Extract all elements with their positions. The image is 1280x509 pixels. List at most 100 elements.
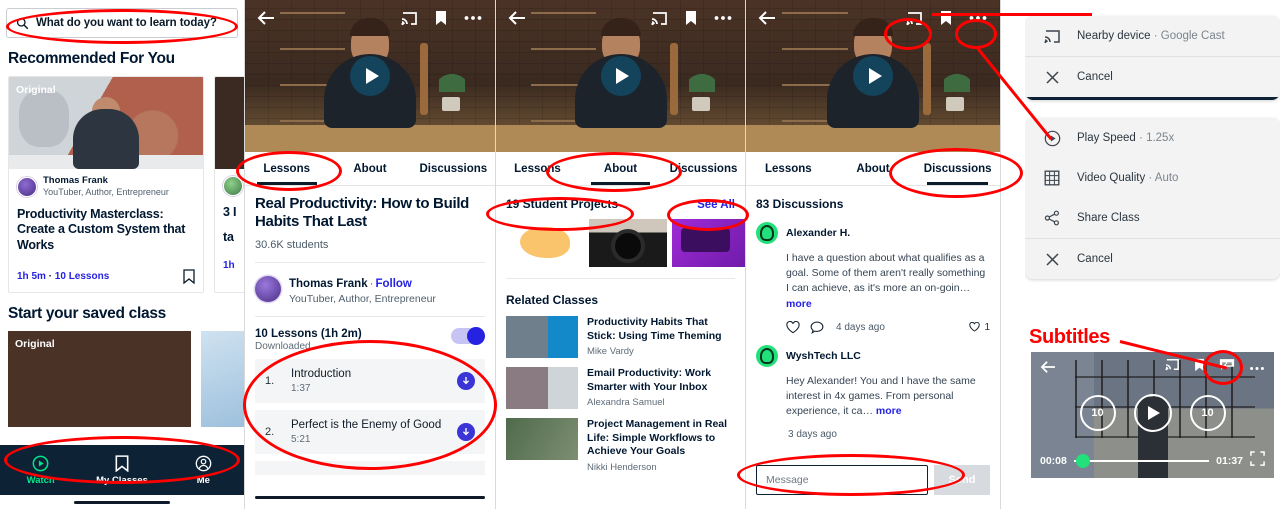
seek-slider[interactable] (1073, 454, 1210, 468)
nav-item-watch[interactable]: Watch (0, 455, 81, 486)
discussion-post[interactable]: Alexander H. I have a question about wha… (756, 222, 990, 334)
follow-button[interactable]: Follow (375, 278, 411, 290)
player-top-bar (245, 0, 495, 36)
message-input[interactable]: Message (756, 465, 928, 495)
more-options-icon[interactable] (713, 8, 733, 28)
lesson-number: 2. (265, 425, 275, 438)
related-class-row[interactable]: Productivity Habits That Stick: Using Ti… (506, 316, 735, 358)
mini-video-player[interactable]: 10 10 00:08 01:37 (1031, 352, 1274, 478)
tab-about[interactable]: About (579, 152, 662, 185)
back-arrow-icon[interactable] (758, 10, 776, 26)
fullscreen-icon[interactable] (1250, 451, 1265, 471)
cast-icon[interactable] (649, 8, 669, 28)
tab-discussions[interactable]: Discussions (412, 152, 495, 185)
play-button[interactable] (853, 56, 893, 96)
saved-class-thumbnail[interactable]: Original (8, 330, 192, 427)
seek-knob[interactable] (1075, 454, 1090, 468)
saved-class-thumbnail-partial[interactable] (201, 330, 244, 427)
download-icon[interactable] (457, 371, 475, 390)
class-card-partial[interactable]: 3 I ta 1h (214, 76, 244, 293)
recommended-carousel[interactable]: Original Thomas Frank YouTuber, Author, … (0, 76, 244, 293)
avatar (756, 344, 778, 367)
download-toggle[interactable] (451, 326, 485, 345)
forward-label: 10 (1201, 407, 1214, 419)
more-options-icon[interactable] (463, 8, 483, 28)
tab-discussions[interactable]: Discussions (915, 152, 1000, 185)
bookmark-icon[interactable] (431, 8, 451, 28)
tab-about[interactable]: About (831, 152, 916, 185)
saved-heading: Start your saved class (8, 304, 166, 322)
more-options-icon[interactable] (1249, 358, 1265, 376)
back-arrow-icon[interactable] (1040, 360, 1056, 374)
video-player[interactable] (496, 0, 745, 152)
sheet-item-share-class[interactable]: Share Class (1025, 198, 1280, 238)
lesson-row[interactable]: 2. Perfect is the Enemy of Good 5:21 (255, 409, 485, 454)
avatar (223, 176, 243, 196)
search-input[interactable]: What do you want to learn today? (6, 8, 238, 38)
lesson-row[interactable]: 1. Introduction 1:37 (255, 358, 485, 403)
play-button[interactable] (600, 56, 641, 96)
class-title: Real Productivity: How to Build Habits T… (255, 195, 470, 231)
divider (506, 278, 735, 279)
class-card[interactable]: Original Thomas Frank YouTuber, Author, … (8, 76, 204, 293)
back-arrow-icon[interactable] (508, 10, 526, 26)
separator-dot: · (369, 277, 374, 290)
cast-icon[interactable] (1165, 358, 1180, 376)
project-thumbnail[interactable] (589, 219, 667, 267)
student-projects-row[interactable] (506, 219, 745, 267)
person-circle-icon (195, 455, 212, 471)
tab-about[interactable]: About (328, 152, 411, 185)
forward-10-button[interactable]: 10 (1189, 395, 1226, 431)
sheet-item-cancel[interactable]: Cancel (1025, 239, 1280, 279)
nav-item-my-classes[interactable]: My Classes (81, 454, 162, 486)
tab-lessons[interactable]: Lessons (245, 152, 328, 185)
nav-item-me[interactable]: Me (163, 455, 244, 486)
teacher-role: YouTuber, Author, Entrepreneur (43, 186, 169, 197)
saved-carousel[interactable]: Original (0, 330, 244, 427)
bookmark-icon[interactable] (183, 268, 195, 284)
sheet-item-nearby-device[interactable]: Nearby device · Google Cast (1025, 16, 1280, 56)
download-icon[interactable] (457, 422, 475, 441)
video-player[interactable] (245, 0, 495, 152)
bookmark-icon[interactable] (681, 8, 701, 28)
nav-label-watch: Watch (26, 474, 55, 486)
play-speed-dot: · (1135, 132, 1147, 144)
cancel-label: Cancel (1077, 71, 1113, 83)
comment-icon[interactable] (810, 321, 824, 334)
rewind-10-button[interactable]: 10 (1079, 395, 1116, 431)
tab-discussions[interactable]: Discussions (662, 152, 745, 185)
lesson-row-partial[interactable] (255, 460, 485, 475)
more-options-icon[interactable] (968, 8, 988, 28)
related-class-row[interactable]: Email Productivity: Work Smarter with Yo… (506, 367, 735, 409)
see-all-button[interactable]: See All (697, 199, 735, 211)
teacher-row[interactable]: Thomas Frank · Follow YouTuber, Author, En… (255, 274, 485, 305)
send-button[interactable]: Send (934, 465, 990, 495)
bookmark-icon[interactable] (936, 8, 956, 28)
play-button[interactable] (1133, 394, 1172, 432)
back-arrow-icon[interactable] (257, 10, 275, 26)
bookmark-icon[interactable] (1194, 358, 1205, 377)
tab-lessons[interactable]: Lessons (746, 152, 831, 185)
tab-lessons[interactable]: Lessons (496, 152, 579, 185)
cast-icon[interactable] (399, 8, 419, 28)
post-more-link[interactable]: more (786, 298, 812, 310)
cast-label: Nearby device (1077, 30, 1151, 42)
discussion-post[interactable]: WyshTech LLC Hey Alexander! You and I ha… (756, 344, 990, 440)
cast-icon[interactable] (904, 8, 924, 28)
project-thumbnail[interactable] (506, 219, 584, 267)
post-body: Hey Alexander! You and I have the same i… (786, 374, 990, 420)
related-class-row[interactable]: Project Management in Real Life: Simple … (506, 418, 735, 473)
sheet-item-video-quality[interactable]: Video Quality · Auto (1025, 158, 1280, 198)
related-class-author: Mike Vardy (587, 346, 634, 358)
total-time: 01:37 (1216, 455, 1243, 467)
class-thumbnail: Original (9, 77, 203, 169)
project-thumbnail[interactable] (672, 219, 745, 267)
play-button[interactable] (350, 56, 390, 96)
video-player[interactable] (746, 0, 1000, 152)
post-more-link[interactable]: more (876, 405, 902, 417)
close-icon (1043, 250, 1061, 268)
subtitles-icon[interactable] (1219, 358, 1235, 376)
sheet-item-cancel[interactable]: Cancel (1025, 57, 1280, 97)
heart-icon[interactable] (786, 320, 800, 334)
sheet-item-play-speed[interactable]: Play Speed · 1.25x (1025, 118, 1280, 158)
